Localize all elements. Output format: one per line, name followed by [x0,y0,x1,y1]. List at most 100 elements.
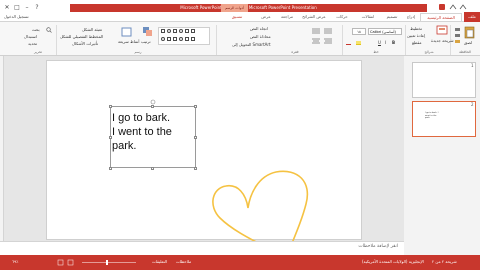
new-slide-icon[interactable] [436,25,448,37]
group-slides: شرائح [424,50,434,54]
tab-insert[interactable]: إدراج [404,13,418,21]
resize-handle[interactable] [151,167,154,170]
notes-toggle-button[interactable]: ملاحظات [176,258,191,266]
format-painter-icon[interactable] [455,40,460,43]
font-color-icon[interactable] [346,41,351,45]
tab-review[interactable]: مراجعة [276,13,298,21]
tab-file[interactable]: ملف [464,12,480,22]
paste-label[interactable]: لصق [464,40,472,45]
tab-home[interactable]: الصفحة الرئيسية [420,13,462,21]
rotate-handle[interactable] [150,99,156,106]
zoom-slider-thumb[interactable] [106,260,108,265]
shape-icon[interactable] [167,37,171,41]
align-text-button[interactable]: محاذاة النص [250,34,271,39]
cut-icon[interactable] [455,28,460,31]
italic-button[interactable]: I [385,40,386,45]
vertical-scrollbar[interactable] [0,56,4,255]
slide-thumbnail-2[interactable] [412,101,476,137]
notes-placeholder[interactable]: انقر لإضافة ملاحظات [300,244,398,249]
shape-icon[interactable] [191,29,195,33]
arrange-label[interactable]: ترتيب [141,39,151,44]
help-button[interactable]: ? [32,3,42,12]
section-button[interactable]: مقطع [412,40,422,45]
quick-access-toolbar [439,4,467,10]
thumbnail-text: I go to bark. I went to the park. [425,112,439,120]
text-direction-button[interactable]: اتجاه النص [250,26,268,31]
paragraph-controls [312,28,332,44]
replace-button[interactable]: استبدال [24,34,37,39]
drawing-tools-label: أدوات الرسم [221,4,248,12]
group-drawing: رسم [134,50,142,54]
zoom-level[interactable]: ٦٩٪ [12,258,18,266]
ribbon-divider [216,25,217,55]
shape-icon[interactable] [179,29,183,33]
comments-toggle-button[interactable]: التعليقات [152,258,167,266]
shape-icon[interactable] [161,37,165,41]
undo-icon[interactable] [449,4,457,10]
shape-outline-button[interactable]: المخطط التفصيلي للشكل [60,34,103,39]
find-icon [46,27,52,33]
ribbon-divider [342,25,343,55]
tab-slideshow[interactable]: عرض الشرائح [300,13,328,21]
window-title: Microsoft PowerPoint - pptx.تجريبي Micro… [180,5,317,10]
shape-effects-button[interactable]: تأثيرات الأشكال [72,41,98,46]
resize-handle[interactable] [109,167,112,170]
slide-text-line: I went to the [112,126,172,138]
quick-styles-label[interactable]: أنماط سريعة [118,39,139,44]
tab-transitions[interactable]: انتقالات [356,13,380,21]
language-indicator[interactable]: الإنجليزية (الولايات المتحدة الأمريكية) [362,258,424,266]
tab-design[interactable]: تصميم [382,13,402,21]
ribbon-divider [405,25,406,55]
copy-icon[interactable] [455,34,460,37]
slide-thumbnail-number: 1 [471,63,474,68]
sign-in-link[interactable]: تسجيل الدخول [4,13,42,21]
minimize-button[interactable]: – [22,3,32,12]
new-slide-label[interactable]: شريحة جديدة [431,38,454,43]
shapes-gallery[interactable] [158,27,210,45]
close-button[interactable]: ✕ [2,3,12,12]
group-clipboard: الحافظة [459,50,471,54]
slide-text-content[interactable]: I go to bark. I went to the park. [112,111,194,153]
shape-icon[interactable] [185,29,189,33]
slide-thumbnail-1[interactable] [412,62,476,98]
save-icon[interactable] [439,4,445,10]
reset-button[interactable]: إعادة تعيين [407,33,425,38]
paste-icon[interactable] [464,25,476,39]
ribbon-divider [56,25,57,55]
layout-button[interactable]: تخطيط [410,26,422,31]
shape-icon[interactable] [179,37,183,41]
bold-button[interactable]: B [392,40,395,45]
maximize-button[interactable]: □ [12,3,22,12]
normal-view-icon[interactable] [57,259,64,266]
shape-fill-button[interactable]: تعبئة الشكل [82,27,102,32]
tab-view[interactable]: عرض [258,13,274,21]
tab-format[interactable]: تنسيق [226,13,248,21]
quick-styles-icon[interactable] [120,26,134,38]
zoom-slider[interactable] [56,258,146,267]
slide-text-line: park. [112,140,137,152]
font-name-box[interactable]: Calibri (أساسي) [368,28,402,35]
resize-handle[interactable] [109,105,112,108]
shape-icon[interactable] [167,29,171,33]
arrange-icon[interactable] [142,26,154,38]
shape-icon[interactable] [191,37,195,41]
convert-smartart-button[interactable]: التحويل إلى SmartArt [232,42,271,47]
font-size-box[interactable]: ١٨ [352,28,366,35]
resize-handle[interactable] [194,136,197,139]
shape-icon[interactable] [173,29,177,33]
resize-handle[interactable] [194,105,197,108]
shape-icon[interactable] [161,29,165,33]
select-button[interactable]: تحديد [28,41,37,46]
tab-animations[interactable]: حركات [330,13,354,21]
shape-icon[interactable] [173,37,177,41]
highlight-icon[interactable] [356,41,361,45]
slide-text-line: I go to bark. [112,112,171,124]
redo-icon[interactable] [459,4,467,10]
resize-handle[interactable] [194,167,197,170]
shape-icon[interactable] [185,37,189,41]
underline-button[interactable]: U [378,40,381,45]
find-button[interactable]: بحث [32,27,40,32]
group-paragraph: فقرة [291,50,299,54]
slide-sorter-icon[interactable] [67,259,74,266]
slide-counter: شريحة ٢ من ٢ [432,259,457,264]
